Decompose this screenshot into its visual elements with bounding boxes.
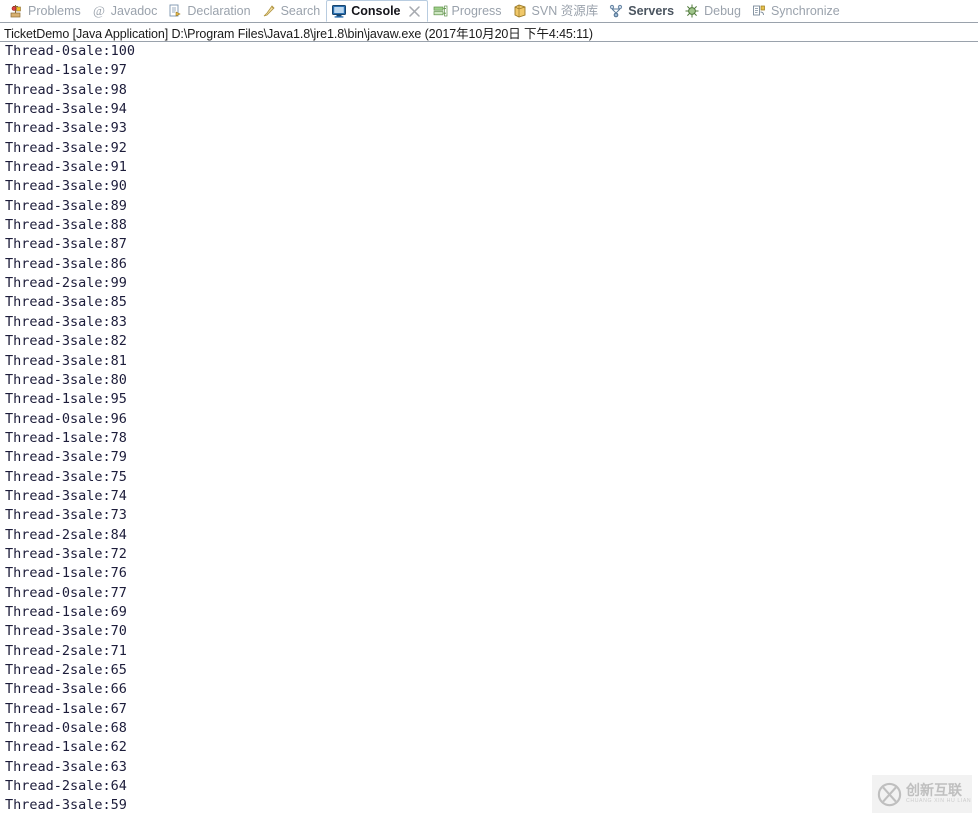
- console-line: Thread-1sale:62: [5, 739, 127, 756]
- tab-search[interactable]: Search: [257, 0, 327, 22]
- servers-icon: [608, 3, 624, 19]
- console-line: Thread-3sale:74: [5, 487, 127, 504]
- console-line: Thread-1sale:76: [5, 565, 127, 582]
- console-line: Thread-0sale:68: [5, 720, 127, 737]
- console-line: Thread-3sale:94: [5, 101, 127, 118]
- console-line: Thread-3sale:91: [5, 159, 127, 176]
- console-line: Thread-3sale:83: [5, 313, 127, 330]
- tab-debug[interactable]: Debug: [680, 0, 747, 22]
- console-line: Thread-0sale:96: [5, 410, 127, 427]
- tab-label: Debug: [704, 4, 741, 19]
- console-output-area[interactable]: Thread-0sale:100 Thread-1sale:97 Thread-3s…: [0, 42, 978, 818]
- console-line: Thread-3sale:92: [5, 139, 127, 156]
- console-line: Thread-3sale:73: [5, 507, 127, 524]
- tab-progress[interactable]: Progress: [428, 0, 508, 22]
- search-icon: [261, 3, 277, 19]
- tab-label: Console: [351, 4, 401, 19]
- console-line: Thread-1sale:67: [5, 700, 127, 717]
- console-line: Thread-3sale:59: [5, 797, 127, 814]
- console-line: Thread-3sale:90: [5, 178, 127, 195]
- console-line: Thread-3sale:70: [5, 623, 127, 640]
- tab-console[interactable]: Console: [326, 0, 428, 22]
- console-line: Thread-3sale:75: [5, 468, 127, 485]
- console-line: Thread-3sale:86: [5, 255, 127, 272]
- console-line: Thread-0sale:100: [5, 43, 136, 59]
- javadoc-icon: @: [91, 3, 107, 19]
- tab-label: Synchronize: [770, 4, 840, 19]
- tab-servers[interactable]: Servers: [604, 0, 680, 22]
- console-line: Thread-3sale:87: [5, 236, 127, 253]
- close-icon[interactable]: [408, 5, 421, 18]
- console-line: Thread-3sale:79: [5, 449, 127, 466]
- debug-icon: [684, 3, 700, 19]
- console-line: Thread-3sale:80: [5, 371, 127, 388]
- console-line: Thread-1sale:97: [5, 62, 127, 79]
- tab-label: Declaration: [187, 4, 251, 19]
- console-line: Thread-3sale:85: [5, 294, 127, 311]
- console-line: Thread-3sale:81: [5, 352, 127, 369]
- console-line: Thread-3sale:63: [5, 758, 127, 775]
- console-line: Thread-3sale:66: [5, 681, 127, 698]
- launch-configuration-label: TicketDemo [Java Application] D:\Program…: [0, 22, 978, 42]
- tab-synchronize[interactable]: Synchronize: [747, 0, 846, 22]
- problems-icon: [8, 3, 24, 19]
- tab-label: Javadoc: [110, 4, 158, 19]
- launch-configuration-text: TicketDemo [Java Application] D:\Program…: [4, 26, 593, 41]
- console-icon: [331, 3, 347, 19]
- tab-javadoc[interactable]: @ Javadoc: [87, 0, 164, 22]
- console-line: Thread-0sale:77: [5, 584, 127, 601]
- console-line: Thread-3sale:82: [5, 333, 127, 350]
- view-tab-bar: Problems @ Javadoc Declaration Search Console…: [0, 0, 978, 22]
- synchronize-icon: [751, 3, 767, 19]
- console-line: Thread-3sale:88: [5, 217, 127, 234]
- console-line: Thread-2sale:65: [5, 662, 127, 678]
- console-line: Thread-3sale:98: [5, 81, 127, 98]
- tab-label: Progress: [451, 4, 502, 19]
- console-line: Thread-1sale:78: [5, 429, 127, 446]
- svg-text:@: @: [93, 3, 105, 18]
- console-line: Thread-2sale:71: [5, 642, 127, 659]
- declaration-icon: [167, 3, 183, 19]
- tab-svn[interactable]: SVN 资源库: [508, 0, 605, 22]
- console-line: Thread-1sale:69: [5, 603, 127, 620]
- console-line: Thread-2sale:64: [5, 778, 127, 795]
- console-line: Thread-2sale:84: [5, 526, 127, 543]
- console-line: Thread-3sale:93: [5, 120, 127, 137]
- console-line: Thread-2sale:99: [5, 275, 127, 292]
- tab-label: Problems: [28, 4, 81, 19]
- tab-label: Search: [280, 4, 321, 19]
- console-line: Thread-3sale:72: [5, 545, 127, 562]
- tab-problems[interactable]: Problems: [4, 0, 87, 22]
- console-line: Thread-1sale:95: [5, 391, 127, 408]
- tab-label: Servers: [628, 4, 675, 19]
- tab-label: SVN 资源库: [531, 4, 599, 19]
- console-line: Thread-3sale:89: [5, 197, 127, 214]
- progress-icon: [432, 3, 448, 19]
- svn-repository-icon: [512, 3, 528, 19]
- tab-declaration[interactable]: Declaration: [163, 0, 256, 22]
